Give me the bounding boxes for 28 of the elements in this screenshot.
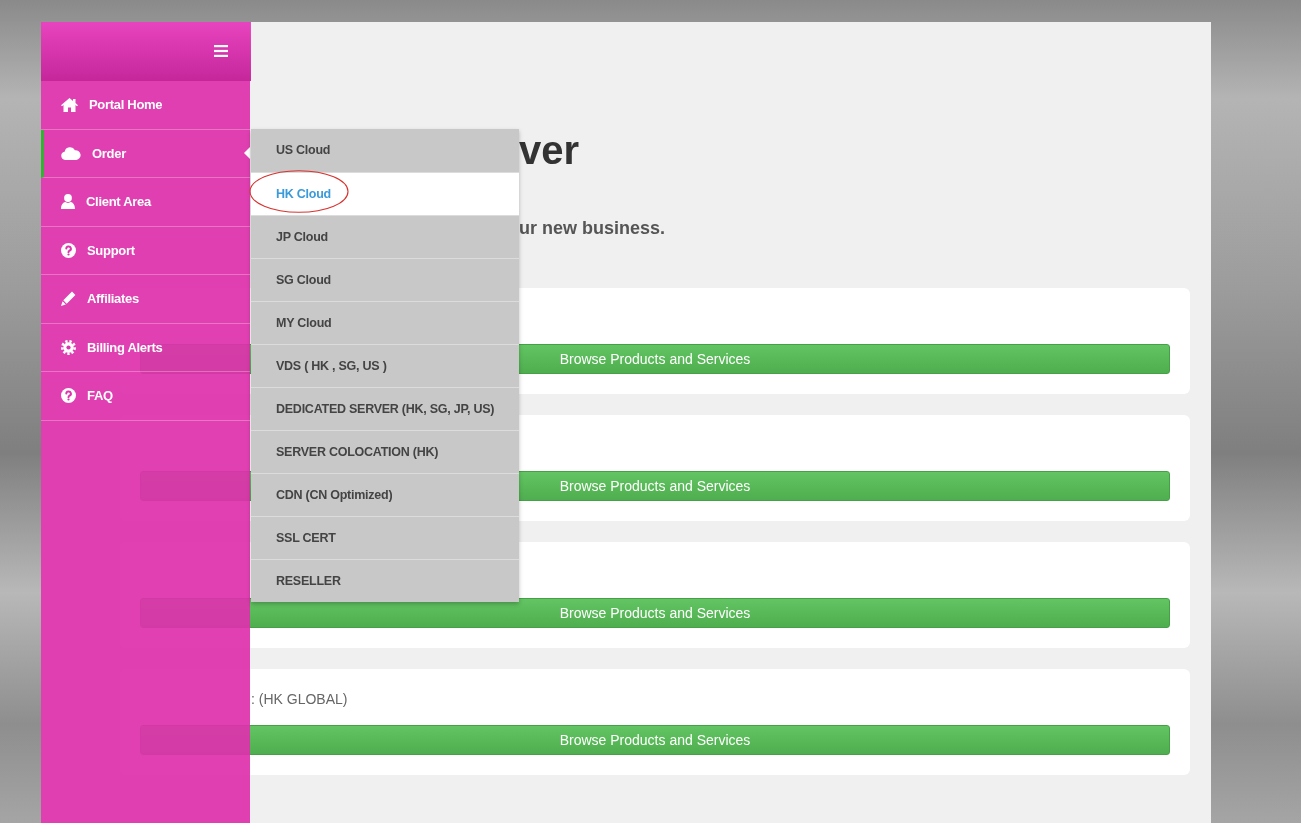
dropdown-item[interactable]: JP Cloud — [251, 215, 519, 258]
dropdown-item[interactable]: HK Cloud — [251, 172, 519, 215]
dropdown-item[interactable]: MY Cloud — [251, 301, 519, 344]
sidebar-item[interactable]: Client Area — [41, 178, 250, 227]
sidebar-item[interactable]: FAQ — [41, 372, 250, 421]
page-subtitle: ur new business. — [519, 217, 666, 240]
question-circle-icon — [61, 388, 76, 404]
question-circle-icon — [61, 242, 76, 258]
dropdown-item[interactable]: RESELLER — [251, 559, 519, 602]
page-title: ver — [519, 127, 580, 174]
sidebar-item[interactable]: Portal Home — [41, 81, 250, 130]
home-icon — [61, 97, 78, 112]
dropdown-item[interactable]: VDS ( HK , SG, US ) — [251, 344, 519, 387]
dropdown-item[interactable]: US Cloud — [251, 129, 519, 172]
menu-icon[interactable] — [214, 44, 228, 57]
sidebar-item[interactable]: Billing Alerts — [41, 323, 250, 372]
dropdown-item[interactable]: DEDICATED SERVER (HK, SG, JP, US) — [251, 387, 519, 430]
dropdown-item[interactable]: SG Cloud — [251, 258, 519, 301]
user-icon — [61, 194, 75, 210]
pencil-icon — [61, 291, 76, 307]
product-title: : (HK GLOBAL) — [251, 690, 348, 708]
dropdown-item[interactable]: SSL CERT — [251, 516, 519, 559]
dropdown-item[interactable]: SERVER COLOCATION (HK) — [251, 430, 519, 473]
gear-icon — [61, 339, 76, 355]
sidebar-item[interactable]: Support — [41, 226, 250, 275]
dropdown-item[interactable]: CDN (CN Optimized) — [251, 473, 519, 516]
cloud-icon — [61, 146, 81, 160]
sidebar-item[interactable]: Affiliates — [41, 275, 250, 324]
